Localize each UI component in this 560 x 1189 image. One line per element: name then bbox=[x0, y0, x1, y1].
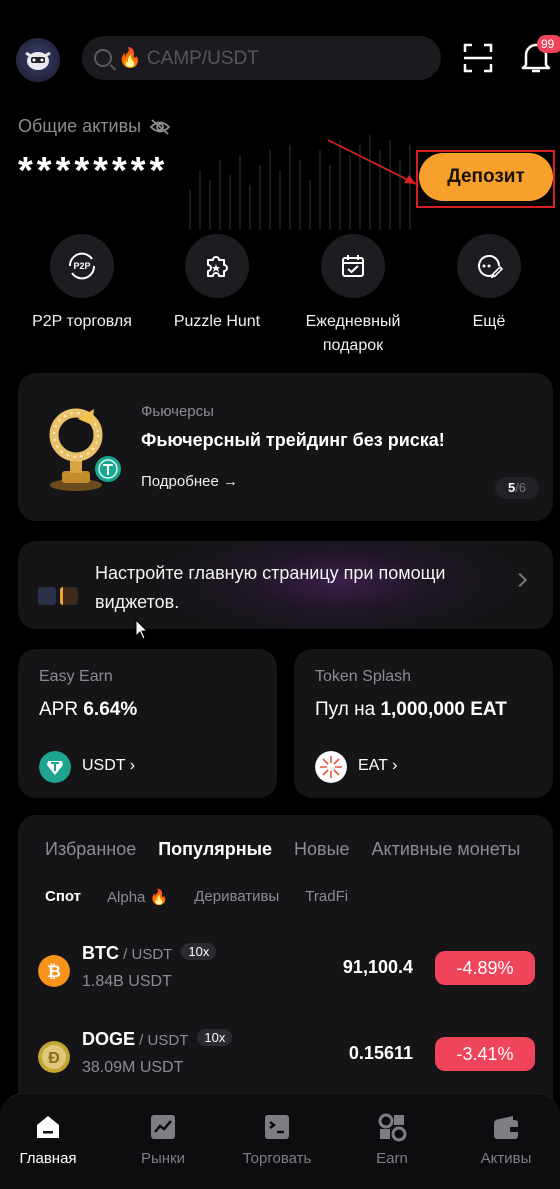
home-icon bbox=[37, 1116, 59, 1138]
bottom-navigation: Главная Рынки Торговать Earn Активы bbox=[0, 1093, 560, 1189]
tab-popular[interactable]: Популярные bbox=[158, 839, 272, 860]
trophy-illustration bbox=[49, 408, 121, 491]
search-input[interactable]: 🔥 CAMP/USDT bbox=[82, 36, 441, 80]
pair-symbol: DOGE / USDT 10x bbox=[82, 1029, 233, 1050]
total-assets-value: ******** bbox=[18, 150, 169, 192]
nav-label: Главная bbox=[19, 1150, 77, 1167]
chart-icon bbox=[151, 1115, 175, 1139]
market-subtabs: Спот Alpha 🔥 Деривативы TradFi bbox=[45, 888, 348, 906]
nav-home[interactable]: Главная bbox=[0, 1112, 103, 1167]
nav-label: Рынки bbox=[140, 1150, 185, 1167]
widget-customize-text: Настройте главную страницу при помощи ви… bbox=[95, 563, 446, 612]
quick-action-label: Ежедневный подарок bbox=[305, 313, 401, 354]
cow-avatar-icon bbox=[25, 51, 51, 70]
pair-price: 0.15611 bbox=[348, 1043, 413, 1063]
leverage-badge: 10x bbox=[181, 943, 217, 960]
subtab-spot[interactable]: Спот bbox=[45, 888, 81, 906]
pair-change: -3.41% bbox=[435, 1037, 535, 1071]
svg-text:Ð: Ð bbox=[48, 1050, 60, 1067]
svg-text:P2P: P2P bbox=[73, 261, 90, 271]
promo-title: Фьючерсный трейдинг без риска! bbox=[141, 430, 445, 450]
earn-card-title: Token Splash bbox=[315, 668, 412, 685]
search-placeholder: 🔥 CAMP/USDT bbox=[118, 48, 259, 69]
widget-customize-card[interactable]: Настройте главную страницу при помощи ви… bbox=[18, 541, 553, 629]
promo-more-link[interactable]: Подробнее → bbox=[141, 473, 238, 490]
eye-off-icon[interactable] bbox=[149, 118, 171, 136]
pair-symbol: BTC / USDT 10x bbox=[82, 943, 217, 964]
promo-pager: 5/6 bbox=[495, 477, 539, 499]
total-assets-text: Общие активы bbox=[18, 116, 142, 136]
earn-coin-link[interactable]: USDT › bbox=[82, 757, 135, 775]
table-row[interactable]: ₿ BTC / USDT 10x 1.84B USDT 91,100.4 -4.… bbox=[18, 933, 553, 1003]
wallet-icon bbox=[494, 1116, 518, 1139]
market-panel: Избранное Популярные Новые Активные моне… bbox=[18, 815, 553, 1115]
annotation-highlight-box bbox=[416, 150, 555, 208]
earn-coin-link[interactable]: EAT › bbox=[358, 757, 397, 775]
more-icon bbox=[457, 234, 521, 298]
token-splash-card[interactable]: Token Splash Пул на 1,000,000 EAT EAT › bbox=[294, 649, 553, 798]
widgets-icon bbox=[38, 587, 78, 605]
quick-action-label: Puzzle Hunt bbox=[173, 313, 261, 330]
quick-action-label: P2P торговля bbox=[32, 313, 132, 330]
pair-volume: 38.09M USDT bbox=[82, 1059, 184, 1076]
doge-coin-icon: Ð bbox=[38, 1041, 70, 1073]
table-row[interactable]: Ð DOGE / USDT 10x 38.09M USDT 0.15611 -3… bbox=[18, 1019, 553, 1089]
usdt-coin-icon bbox=[39, 751, 71, 783]
quick-action-label: Ещё bbox=[472, 313, 506, 330]
trade-icon bbox=[265, 1115, 289, 1139]
quick-action-puzzle-hunt[interactable]: Puzzle Hunt bbox=[152, 234, 282, 334]
nav-label: Earn bbox=[376, 1150, 408, 1167]
chevron-right-icon bbox=[512, 572, 528, 588]
calendar-check-icon bbox=[321, 234, 385, 298]
annotation-arrow bbox=[327, 139, 417, 185]
leverage-badge: 10x bbox=[197, 1029, 233, 1046]
earn-card-title: Easy Earn bbox=[39, 668, 113, 685]
notification-badge: 99 bbox=[537, 35, 560, 53]
market-tabs: Избранное Популярные Новые Активные моне… bbox=[45, 839, 520, 860]
nav-assets[interactable]: Активы bbox=[451, 1112, 560, 1167]
subtab-tradfi[interactable]: TradFi bbox=[305, 888, 348, 906]
easy-earn-card[interactable]: Easy Earn APR 6.64% USDT › bbox=[18, 649, 277, 798]
puzzle-icon bbox=[185, 234, 249, 298]
earn-card-value: APR 6.64% bbox=[39, 699, 138, 720]
avatar[interactable] bbox=[16, 38, 60, 82]
quick-action-p2p[interactable]: P2P P2P торговля bbox=[17, 234, 147, 334]
pair-volume: 1.84B USDT bbox=[82, 973, 172, 990]
total-assets-label: Общие активы bbox=[18, 116, 171, 137]
tab-active-coins[interactable]: Активные монеты bbox=[372, 839, 521, 860]
subtab-derivatives[interactable]: Деривативы bbox=[194, 888, 279, 906]
quick-action-daily-gift[interactable]: Ежедневный подарок bbox=[288, 234, 418, 358]
quick-action-more[interactable]: Ещё bbox=[424, 234, 554, 334]
earn-card-value: Пул на 1,000,000 EAT bbox=[315, 699, 507, 720]
mouse-cursor-icon bbox=[135, 619, 149, 640]
nav-trade[interactable]: Торговать bbox=[222, 1112, 332, 1167]
eat-coin-icon bbox=[315, 751, 347, 783]
pager-total: /6 bbox=[515, 480, 527, 495]
pair-price: 91,100.4 bbox=[342, 957, 413, 977]
futures-promo-banner[interactable]: Фьючерсы Фьючерсный трейдинг без риска! … bbox=[18, 373, 553, 521]
promo-category: Фьючерсы bbox=[141, 403, 214, 420]
subtab-alpha[interactable]: Alpha 🔥 bbox=[107, 888, 168, 906]
nav-markets[interactable]: Рынки bbox=[108, 1112, 218, 1167]
earn-icon bbox=[378, 1113, 407, 1142]
nav-label: Активы bbox=[480, 1150, 532, 1167]
tab-favorites[interactable]: Избранное bbox=[45, 839, 136, 860]
pair-change: -4.89% bbox=[435, 951, 535, 985]
p2p-icon: P2P bbox=[50, 234, 114, 298]
nav-label: Торговать bbox=[242, 1150, 312, 1167]
scan-icon[interactable] bbox=[462, 42, 494, 74]
tab-new[interactable]: Новые bbox=[294, 839, 350, 860]
nav-earn[interactable]: Earn bbox=[337, 1112, 447, 1167]
top-bar: 🔥 CAMP/USDT 99 bbox=[0, 34, 560, 82]
svg-text:₿: ₿ bbox=[47, 962, 61, 981]
search-icon bbox=[94, 49, 112, 67]
btc-coin-icon: ₿ bbox=[38, 955, 70, 987]
